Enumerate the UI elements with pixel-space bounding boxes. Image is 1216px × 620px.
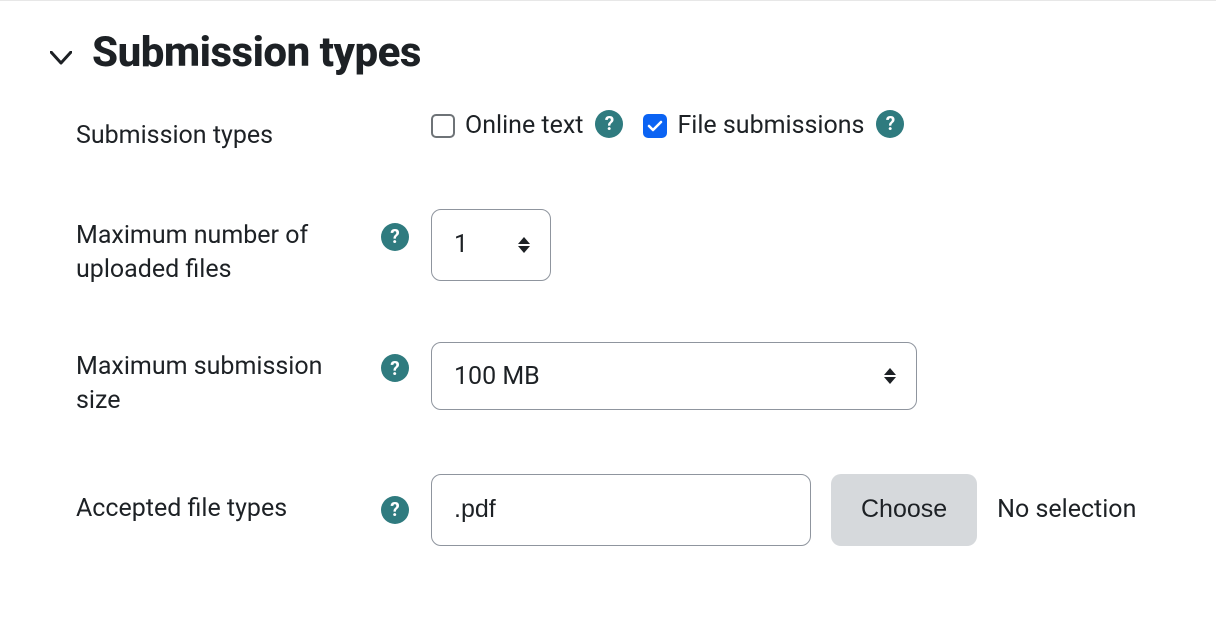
select-value: 100 MB [454, 362, 540, 391]
label-col: Maximum submission size ? [76, 342, 431, 418]
help-icon[interactable]: ? [876, 110, 904, 138]
select-value: 1 [454, 230, 468, 259]
submission-types-section: Submission types Submission types Online… [0, 0, 1216, 586]
online-text-group: Online text ? [431, 111, 629, 140]
label-col: Submission types [76, 113, 431, 153]
max-files-select[interactable]: 1 [431, 209, 551, 281]
label-col: Maximum number of uploaded files ? [76, 209, 431, 287]
file-submissions-checkbox[interactable] [643, 114, 667, 138]
row-max-files: Maximum number of uploaded files ? 1 [48, 209, 1168, 287]
label-col: Accepted file types ? [76, 474, 431, 526]
field-label: Accepted file types [76, 492, 287, 526]
top-divider [0, 0, 1216, 1]
online-text-checkbox[interactable] [431, 114, 455, 138]
accepted-types-status: No selection [997, 495, 1136, 524]
help-icon[interactable]: ? [381, 354, 409, 382]
max-size-select[interactable]: 100 MB [431, 342, 917, 410]
row-max-size: Maximum submission size ? 100 MB [48, 342, 1168, 418]
file-submissions-group: File submissions ? [643, 111, 910, 140]
accepted-types-input[interactable] [431, 474, 811, 546]
section-header: Submission types [48, 28, 1168, 77]
control-col: 1 [431, 209, 551, 281]
online-text-label[interactable]: Online text [465, 111, 583, 140]
row-accepted-types: Accepted file types ? Choose No selectio… [48, 474, 1168, 546]
help-icon[interactable]: ? [381, 223, 409, 251]
field-label: Maximum number of uploaded files [76, 219, 346, 287]
chevron-down-icon[interactable] [48, 45, 74, 71]
section-title: Submission types [92, 28, 421, 77]
help-icon[interactable]: ? [381, 496, 409, 524]
field-label: Submission types [76, 119, 273, 153]
help-icon[interactable]: ? [595, 110, 623, 138]
choose-button[interactable]: Choose [831, 474, 977, 546]
control-col: Choose No selection [431, 474, 1136, 546]
sort-icon [518, 237, 530, 253]
sort-icon [884, 368, 896, 384]
file-submissions-label[interactable]: File submissions [677, 111, 864, 140]
row-submission-types: Submission types Online text ? File subm… [48, 113, 1168, 153]
field-label: Maximum submission size [76, 350, 346, 418]
control-col: 100 MB [431, 342, 917, 410]
control-col: Online text ? File submissions ? [431, 111, 910, 140]
